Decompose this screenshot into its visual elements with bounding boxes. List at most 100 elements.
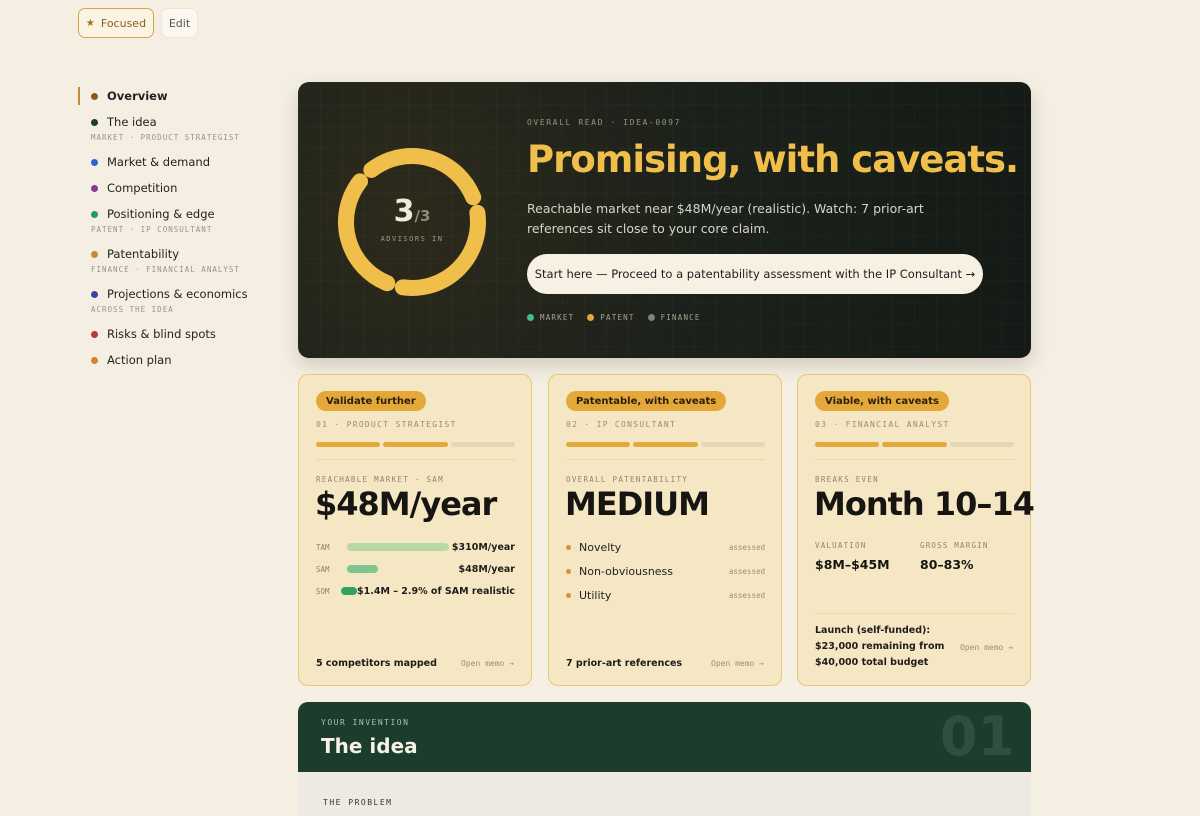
patentability-dot-icon — [91, 250, 98, 258]
open-memo-link[interactable]: Open memo → — [711, 659, 764, 668]
projections-dot-icon — [91, 290, 98, 298]
competition-dot-icon — [91, 184, 98, 192]
sidebar-item-projections-economics[interactable]: Projections & economics — [78, 284, 268, 304]
criterion-status: assessed — [728, 590, 765, 600]
criterion-dot-icon — [566, 592, 571, 598]
bar-value: $48M/year — [458, 563, 516, 575]
sidebar-item-action-plan[interactable]: Action plan — [78, 350, 268, 370]
hero-eyebrow: OVERALL READ · IDEA-0097 — [527, 118, 681, 127]
overall-read-hero: 3/3 ADVISORS IN OVERALL READ · IDEA-0097… — [298, 82, 1031, 358]
star-icon: ★ — [85, 17, 95, 29]
sidebar-item-patentability[interactable]: Patentability — [78, 244, 268, 264]
nav-group-patent: PATENT · IP CONSULTANT — [91, 225, 213, 234]
criterion-dot-icon — [566, 544, 571, 550]
progress-segment — [383, 442, 448, 447]
criterion-row: Utility assessed — [566, 588, 765, 602]
card-footer: 7 prior-art references — [566, 658, 683, 669]
progress-segment — [316, 442, 381, 447]
market-dot-icon — [91, 158, 98, 166]
hero-description: Reachable market near $48M/year (realist… — [527, 201, 924, 236]
criterion-row: Non-obviousness assessed — [566, 564, 765, 578]
sidebar-item-label: Market & demand — [107, 155, 211, 169]
focused-label: Focused — [100, 16, 147, 30]
divider — [815, 459, 1014, 460]
gross-margin-value: 80–83% — [920, 557, 974, 572]
finance-card[interactable]: Viable, with caveats 03 · FINANCIAL ANAL… — [797, 374, 1035, 686]
nav-group-market: MARKET · PRODUCT STRATEGIST — [91, 133, 240, 142]
risks-dot-icon — [91, 330, 98, 338]
open-memo-link[interactable]: Open memo → — [960, 643, 1013, 652]
idea-section: YOUR INVENTION The idea 01 THE PROBLEM — [298, 702, 1031, 816]
idea-eyebrow: YOUR INVENTION — [321, 718, 410, 727]
sidebar-item-market-demand[interactable]: Market & demand — [78, 152, 268, 172]
market-card[interactable]: Validate further 01 · PRODUCT STRATEGIST… — [298, 374, 532, 686]
positioning-dot-icon — [91, 210, 98, 218]
progress-segments — [316, 442, 515, 447]
progress-segment — [633, 442, 698, 447]
sam-bar — [347, 565, 378, 573]
som-bar — [341, 587, 357, 595]
sidebar-item-positioning-edge[interactable]: Positioning & edge — [78, 204, 268, 224]
sidebar-item-risks-blind-spots[interactable]: Risks & blind spots — [78, 324, 268, 344]
idea-dot-icon — [91, 118, 98, 126]
finance-dot-icon — [647, 314, 655, 321]
metric-value: $48M/year — [315, 485, 497, 523]
sidebar-item-competition[interactable]: Competition — [78, 178, 268, 198]
legend-market: MARKET — [527, 313, 574, 322]
sam-bar-row: SAM $48M/year — [316, 562, 515, 576]
progress-segments — [566, 442, 765, 447]
action-plan-dot-icon — [91, 356, 98, 364]
bar-key: TAM — [316, 542, 330, 552]
progress-segment — [815, 442, 880, 447]
edit-button[interactable]: Edit — [161, 8, 198, 38]
criterion-dot-icon — [566, 568, 571, 574]
advisors-count: 3/3 — [334, 194, 490, 229]
progress-segment — [949, 442, 1014, 447]
valuation-value: $8M–$45M — [815, 557, 890, 572]
sidebar-item-label: The idea — [107, 115, 157, 129]
sidebar-item-overview[interactable]: Overview — [78, 86, 268, 106]
criterion-status: assessed — [728, 542, 765, 552]
criterion-label: Novelty — [579, 540, 622, 554]
focused-button[interactable]: ★ Focused — [78, 8, 154, 38]
advisors-count-value: 3 — [393, 194, 415, 229]
legend-patent: PATENT — [587, 313, 634, 322]
patent-dot-icon — [587, 314, 595, 321]
start-here-button[interactable]: Start here — Proceed to a patentability … — [527, 254, 983, 294]
tam-bar — [347, 543, 449, 551]
criterion-label: Non-obviousness — [579, 564, 674, 578]
hero-title: Promising, with caveats. — [527, 138, 1019, 181]
metric-value: MEDIUM — [565, 485, 710, 523]
bar-key: SOM — [316, 586, 330, 596]
metric-label: REACHABLE MARKET · SAM — [316, 475, 444, 484]
valuation-label: VALUATION — [815, 541, 867, 550]
tam-bar-row: TAM $310M/year — [316, 540, 515, 554]
advisor-eyebrow: 01 · PRODUCT STRATEGIST — [316, 420, 457, 429]
market-dot-icon — [527, 314, 534, 321]
progress-segment — [566, 442, 631, 447]
nav-group-finance: FINANCE · FINANCIAL ANALYST — [91, 265, 240, 274]
launch-line: $23,000 remaining from — [815, 641, 945, 652]
metric-label: BREAKS EVEN — [815, 475, 879, 484]
bar-value: $1.4M – 2.9% of SAM realistic — [357, 585, 515, 597]
launch-budget: Launch (self-funded): $23,000 remaining … — [815, 623, 955, 671]
open-memo-link[interactable]: Open memo → — [461, 659, 514, 668]
idea-header: YOUR INVENTION The idea 01 — [298, 702, 1031, 772]
progress-segment — [882, 442, 947, 447]
problem-label: THE PROBLEM — [323, 798, 393, 807]
section-number: 01 — [939, 705, 1015, 768]
advisors-count-total: /3 — [414, 207, 431, 225]
sidebar-item-the-idea[interactable]: The idea — [78, 112, 268, 132]
verdict-badge: Validate further — [316, 391, 426, 411]
legend-label: MARKET — [540, 313, 575, 322]
nav-group-across: ACROSS THE IDEA — [91, 305, 174, 314]
verdict-badge: Viable, with caveats — [815, 391, 949, 411]
advisor-legend: MARKET PATENT FINANCE — [527, 313, 701, 322]
advisor-arc — [363, 148, 482, 206]
patent-card[interactable]: Patentable, with caveats 02 · IP CONSULT… — [548, 374, 782, 686]
gross-margin-label: GROSS MARGIN — [920, 541, 989, 550]
divider — [316, 459, 515, 460]
legend-label: PATENT — [600, 313, 635, 322]
bar-key: SAM — [316, 564, 330, 574]
progress-segment — [700, 442, 765, 447]
